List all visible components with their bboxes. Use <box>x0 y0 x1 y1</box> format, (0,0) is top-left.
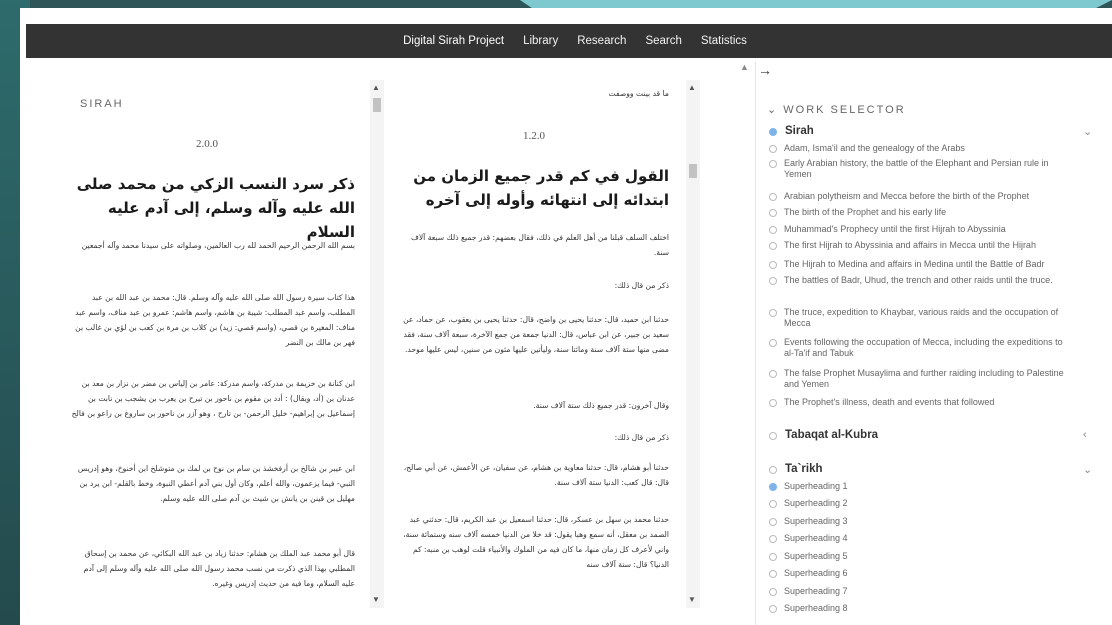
book-radio[interactable] <box>769 466 777 474</box>
section-radio[interactable] <box>769 242 777 250</box>
book-title[interactable]: Sirah <box>785 125 814 137</box>
chevron-down-icon: ⌄ <box>767 104 784 116</box>
scroll-up-icon[interactable]: ▲ <box>372 83 380 93</box>
section-radio[interactable] <box>769 145 777 153</box>
section-radio[interactable] <box>769 535 777 543</box>
text-paragraph: ابن كنانة بن خزيمة بن مدركة، واسم مدركة:… <box>71 379 355 418</box>
panel-scroll-up-icon[interactable]: ▲ <box>740 62 749 72</box>
nav-search-link[interactable]: Search <box>645 35 681 47</box>
section-item-label[interactable]: Early Arabian history, the battle of the… <box>784 158 1069 180</box>
section-radio[interactable] <box>769 226 777 234</box>
section-item-label[interactable]: Superheading 7 <box>784 586 1069 597</box>
section-item-label[interactable]: The truce, expedition to Khaybar, variou… <box>784 307 1069 329</box>
section-radio[interactable] <box>769 570 777 578</box>
section-item-label[interactable]: The Prophet's illness, death and events … <box>784 397 1069 408</box>
section-item-label[interactable]: Superheading 4 <box>784 533 1069 544</box>
scroll-down-icon[interactable]: ▼ <box>372 595 380 605</box>
section-item-label[interactable]: The first Hijrah to Abyssinia and affair… <box>784 240 1069 251</box>
text-paragraph: هذا كتاب سيرة رسول الله صلى الله عليه وآ… <box>75 293 355 347</box>
section-radio[interactable] <box>769 339 777 347</box>
scroll-thumb[interactable] <box>689 164 697 178</box>
section-radio[interactable] <box>769 309 777 317</box>
arrow-right-icon[interactable]: → <box>758 62 772 78</box>
section-radio[interactable] <box>769 209 777 217</box>
sirah-text-panel: SIRAH 2.0.0 ذكر سرد النسب الزكي من محمد … <box>47 80 367 610</box>
section-item-label[interactable]: Superheading 6 <box>784 568 1069 579</box>
text-paragraph: اختلف السلف قبلنا من أهل العلم في ذلك، ف… <box>410 233 669 257</box>
section-radio[interactable] <box>769 588 777 596</box>
section-item-label[interactable]: The birth of the Prophet and his early l… <box>784 207 1069 218</box>
section-item-label[interactable]: Adam, Isma'il and the genealogy of the A… <box>784 143 1069 154</box>
section-version: 2.0.0 <box>196 138 218 150</box>
text-paragraph: قال أبو محمد عبد الملك بن هشام: حدثنا زي… <box>83 549 355 588</box>
section-heading: ذكر سرد النسب الزكي من محمد صلى الله علي… <box>76 175 355 241</box>
section-radio[interactable] <box>769 399 777 407</box>
chevron-left-icon[interactable]: ‹ <box>1083 429 1087 441</box>
book-radio[interactable] <box>769 128 777 136</box>
section-radio[interactable] <box>769 518 777 526</box>
section-item-label[interactable]: The battles of Badr, Uhud, the trench an… <box>784 275 1069 286</box>
chevron-down-icon[interactable]: ⌄ <box>1083 463 1092 476</box>
tarikh-text-panel: ما قد بينت ووصفت 1.2.0 القول في كم قدر ج… <box>385 80 683 610</box>
nav-research-link[interactable]: Research <box>577 35 626 47</box>
section-item-label[interactable]: Superheading 8 <box>784 603 1069 614</box>
section-heading: القول في كم قدر جميع الزمان من ابتدائه إ… <box>413 167 669 209</box>
section-item-label[interactable]: Superheading 2 <box>784 498 1069 509</box>
section-radio[interactable] <box>769 605 777 613</box>
book-title[interactable]: Ta`rikh <box>785 463 823 475</box>
section-radio[interactable] <box>769 553 777 561</box>
sirah-scrollbar[interactable]: ▲ ▼ <box>370 80 384 608</box>
tarikh-scrollbar[interactable]: ▲ ▼ <box>686 80 700 608</box>
section-version: 1.2.0 <box>523 130 545 142</box>
section-radio[interactable] <box>769 277 777 285</box>
nav-library-link[interactable]: Library <box>523 35 558 47</box>
chevron-down-icon[interactable]: ⌄ <box>1083 125 1092 138</box>
section-item-label[interactable]: Superheading 3 <box>784 516 1069 527</box>
book-title[interactable]: Tabaqat al-Kubra <box>785 429 878 441</box>
section-radio[interactable] <box>769 193 777 201</box>
top-navbar: Digital Sirah Project Library Research S… <box>26 24 1112 58</box>
work-selector-title: ⌄ WORK SELECTOR <box>767 104 906 116</box>
text-paragraph: حدثنا أبو هشام، قال: حدثنا معاوية بن هشا… <box>403 463 669 487</box>
text-paragraph: وقال آخرون: قدر جميع ذلك ستة آلاف سنة. <box>533 401 669 410</box>
section-radio[interactable] <box>769 160 777 168</box>
scroll-thumb[interactable] <box>373 98 381 112</box>
section-item-label[interactable]: Superheading 1 <box>784 481 1069 492</box>
section-item-label[interactable]: Arabian polytheism and Mecca before the … <box>784 191 1069 202</box>
section-item-label[interactable]: Muhammad's Prophecy until the first Hijr… <box>784 224 1069 235</box>
book-radio[interactable] <box>769 432 777 440</box>
section-item-label[interactable]: Events following the occupation of Mecca… <box>784 337 1069 359</box>
nav-brand-link[interactable]: Digital Sirah Project <box>403 35 504 47</box>
text-paragraph: ابن عيبر بن شالخ بن أرفخشذ بن سام بن نوح… <box>77 464 355 503</box>
section-radio[interactable] <box>769 500 777 508</box>
text-paragraph: حدثنا ابن حميد، قال: حدثنا يحيى بن واضح،… <box>403 315 669 354</box>
text-paragraph: بسم الله الرحمن الرحيم الحمد لله رب العا… <box>81 241 355 250</box>
section-item-label[interactable]: Superheading 5 <box>784 551 1069 562</box>
section-item-label[interactable]: The Hijrah to Medina and affairs in Medi… <box>784 259 1069 270</box>
text-paragraph: حدثنا محمد بن سهل بن عسكر، قال: حدثنا اس… <box>403 515 669 569</box>
nav-statistics-link[interactable]: Statistics <box>701 35 747 47</box>
text-paragraph: ذكر من قال ذلك: <box>614 433 669 442</box>
text-paragraph: ذكر من قال ذلك: <box>614 281 669 290</box>
section-radio[interactable] <box>769 483 777 491</box>
section-radio[interactable] <box>769 261 777 269</box>
section-item-label[interactable]: The false Prophet Musaylima and further … <box>784 368 1069 390</box>
section-radio[interactable] <box>769 370 777 378</box>
text-fragment: ما قد بينت ووصفت <box>608 89 669 98</box>
scroll-down-icon[interactable]: ▼ <box>688 595 696 605</box>
scroll-up-icon[interactable]: ▲ <box>688 83 696 93</box>
sirah-label: SIRAH <box>80 98 124 110</box>
